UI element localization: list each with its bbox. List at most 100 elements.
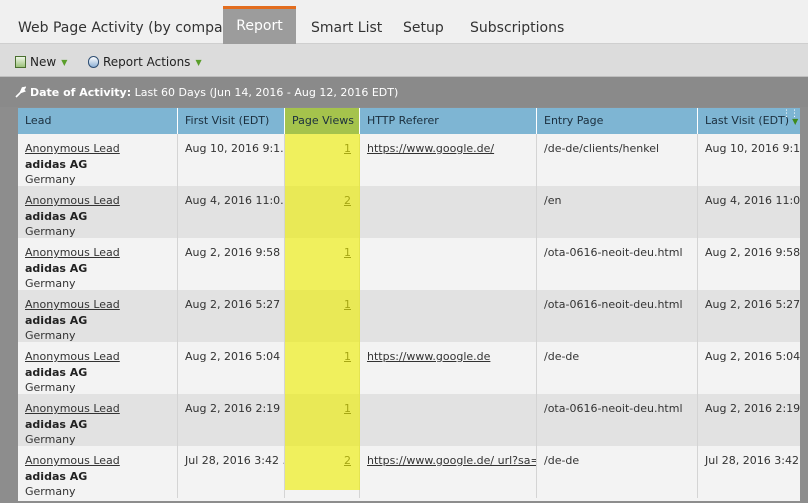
column-header-last-visit-label: Last Visit (EDT) [705,114,790,127]
country-name: Germany [25,381,76,394]
referer-link[interactable]: https://www.google.de/ url?sa=t... [367,454,536,467]
tab-smart-list[interactable]: Smart List [311,8,382,44]
table-row[interactable]: Anonymous Lead adidas AG Germany Aug 2, 201… [18,394,800,446]
referer-cell: https://www.google.de/ url?sa=t... [360,446,537,498]
first-visit-cell: Aug 2, 2016 9:58 ... [178,238,285,290]
page-views-link[interactable]: 1 [344,350,351,363]
entry-page-cell: /en [537,186,698,238]
table-header: Lead First Visit (EDT) Page Views HTTP R… [18,108,800,134]
first-visit-cell: Aug 10, 2016 9:1... [178,134,285,186]
entry-page-cell: /ota-0616-neoit-deu.html [537,394,698,446]
column-header-first-visit[interactable]: First Visit (EDT) [178,108,285,134]
referer-link[interactable]: https://www.google.de [367,350,490,363]
tab-report[interactable]: Report [223,6,296,44]
report-actions-button[interactable]: Report Actions ▼ [88,54,202,70]
company-name: adidas AG [25,261,88,275]
company-name: adidas AG [25,313,88,327]
last-visit-cell: Aug 2, 2016 2:19 ... [705,402,800,415]
table-row[interactable]: Anonymous Lead adidas AG Germany Aug 10, 20… [18,134,800,186]
referer-link[interactable]: https://www.google.de/ [367,142,494,155]
table-row[interactable]: Anonymous Lead adidas AG Germany Aug 2, 201… [18,238,800,290]
page-views-link[interactable]: 1 [344,402,351,415]
first-visit-cell: Aug 2, 2016 5:04 ... [178,342,285,394]
lead-link[interactable]: Anonymous Lead [25,453,177,469]
page-views-cell: 2 [285,186,360,238]
triangle-down-icon: ▼ [61,58,68,67]
new-button-label: New [30,55,57,69]
first-visit-cell: Aug 2, 2016 2:19 ... [178,394,285,446]
country-name: Germany [25,433,76,446]
page-views-cell: 1 [285,342,360,394]
entry-page-cell: /de-de [537,446,698,498]
referer-cell [360,238,537,290]
company-name: adidas AG [25,417,88,431]
last-visit-cell: Aug 2, 2016 5:04 ... [705,350,800,363]
table-row[interactable]: Anonymous Lead adidas AG Germany Aug 2, 201… [18,342,800,394]
lead-link[interactable]: Anonymous Lead [25,193,177,209]
report-title-tab[interactable]: Web Page Activity (by company) [18,8,245,44]
country-name: Germany [25,485,76,498]
page-views-link[interactable]: 2 [344,454,351,467]
page-views-cell: 1 [285,134,360,186]
page-views-link[interactable]: 2 [344,194,351,207]
column-header-page-views[interactable]: Page Views [285,108,360,134]
column-header-lead[interactable]: Lead [18,108,178,134]
lead-cell: Anonymous Lead adidas AG Germany [18,290,178,342]
report-icon [88,56,99,68]
new-button[interactable]: New ▼ [15,54,67,70]
last-visit-cell: Aug 10, 2016 9:1... [705,142,800,155]
entry-page-cell: /de-de/clients/henkel [537,134,698,186]
referer-cell [360,186,537,238]
entry-page-cell: /ota-0616-neoit-deu.html [537,290,698,342]
table-row[interactable]: Anonymous Lead adidas AG Germany Aug 2, 201… [18,290,800,342]
report-actions-label: Report Actions [103,55,191,69]
report-grid: Lead First Visit (EDT) Page Views HTTP R… [18,108,800,501]
page-views-link[interactable]: 1 [344,298,351,311]
last-visit-cell: Aug 2, 2016 9:58 ... [705,246,800,259]
lead-cell: Anonymous Lead adidas AG Germany [18,186,178,238]
filter-value: Last 60 Days (Jun 14, 2016 - Aug 12, 201… [134,86,399,99]
table-row[interactable]: Anonymous Lead adidas AG Germany Jul 28, 20… [18,446,800,498]
page-views-cell: 1 [285,238,360,290]
page-views-cell: 1 [285,290,360,342]
column-header-entry-page[interactable]: Entry Page [537,108,698,134]
company-name: adidas AG [25,365,88,379]
page-views-link[interactable]: 1 [344,246,351,259]
country-name: Germany [25,277,76,290]
table-row[interactable]: Anonymous Lead adidas AG Germany Aug 4, 201… [18,186,800,238]
country-name: Germany [25,329,76,342]
lead-cell: Anonymous Lead adidas AG Germany [18,134,178,186]
filter-summary: Date of Activity: Last 60 Days (Jun 14, … [30,77,398,109]
country-name: Germany [25,225,76,238]
lead-link[interactable]: Anonymous Lead [25,141,177,157]
page-views-cell: 2 [285,446,360,498]
entry-page-cell: /de-de [537,342,698,394]
filter-bar[interactable]: Date of Activity: Last 60 Days (Jun 14, … [0,77,808,107]
last-visit-cell: Jul 28, 2016 3:42 ... [705,454,800,467]
first-visit-cell: Aug 4, 2016 11:0... [178,186,285,238]
tab-setup[interactable]: Setup [403,8,444,44]
lead-link[interactable]: Anonymous Lead [25,245,177,261]
column-header-http-referer[interactable]: HTTP Referer [360,108,537,134]
lead-link[interactable]: Anonymous Lead [25,401,177,417]
tab-bar: Web Page Activity (by company) Report Sm… [0,0,808,44]
lead-cell: Anonymous Lead adidas AG Germany [18,238,178,290]
first-visit-cell: Aug 2, 2016 5:27 ... [178,290,285,342]
tab-subscriptions[interactable]: Subscriptions [470,8,564,44]
entry-page-cell: /ota-0616-neoit-deu.html [537,238,698,290]
new-document-icon [15,56,26,68]
lead-cell: Anonymous Lead adidas AG Germany [18,342,178,394]
page-views-cell: 1 [285,394,360,446]
company-name: adidas AG [25,469,88,483]
page-views-link[interactable]: 1 [344,142,351,155]
referer-cell [360,290,537,342]
column-menu-icon[interactable]: ⋮⋮ [782,109,799,119]
lead-link[interactable]: Anonymous Lead [25,297,177,313]
toolbar: New ▼ Report Actions ▼ [0,44,808,77]
referer-cell: https://www.google.de [360,342,537,394]
country-name: Germany [25,173,76,186]
wrench-icon [14,77,27,109]
last-visit-cell: Aug 2, 2016 5:27 ... [705,298,800,311]
lead-link[interactable]: Anonymous Lead [25,349,177,365]
company-name: adidas AG [25,209,88,223]
